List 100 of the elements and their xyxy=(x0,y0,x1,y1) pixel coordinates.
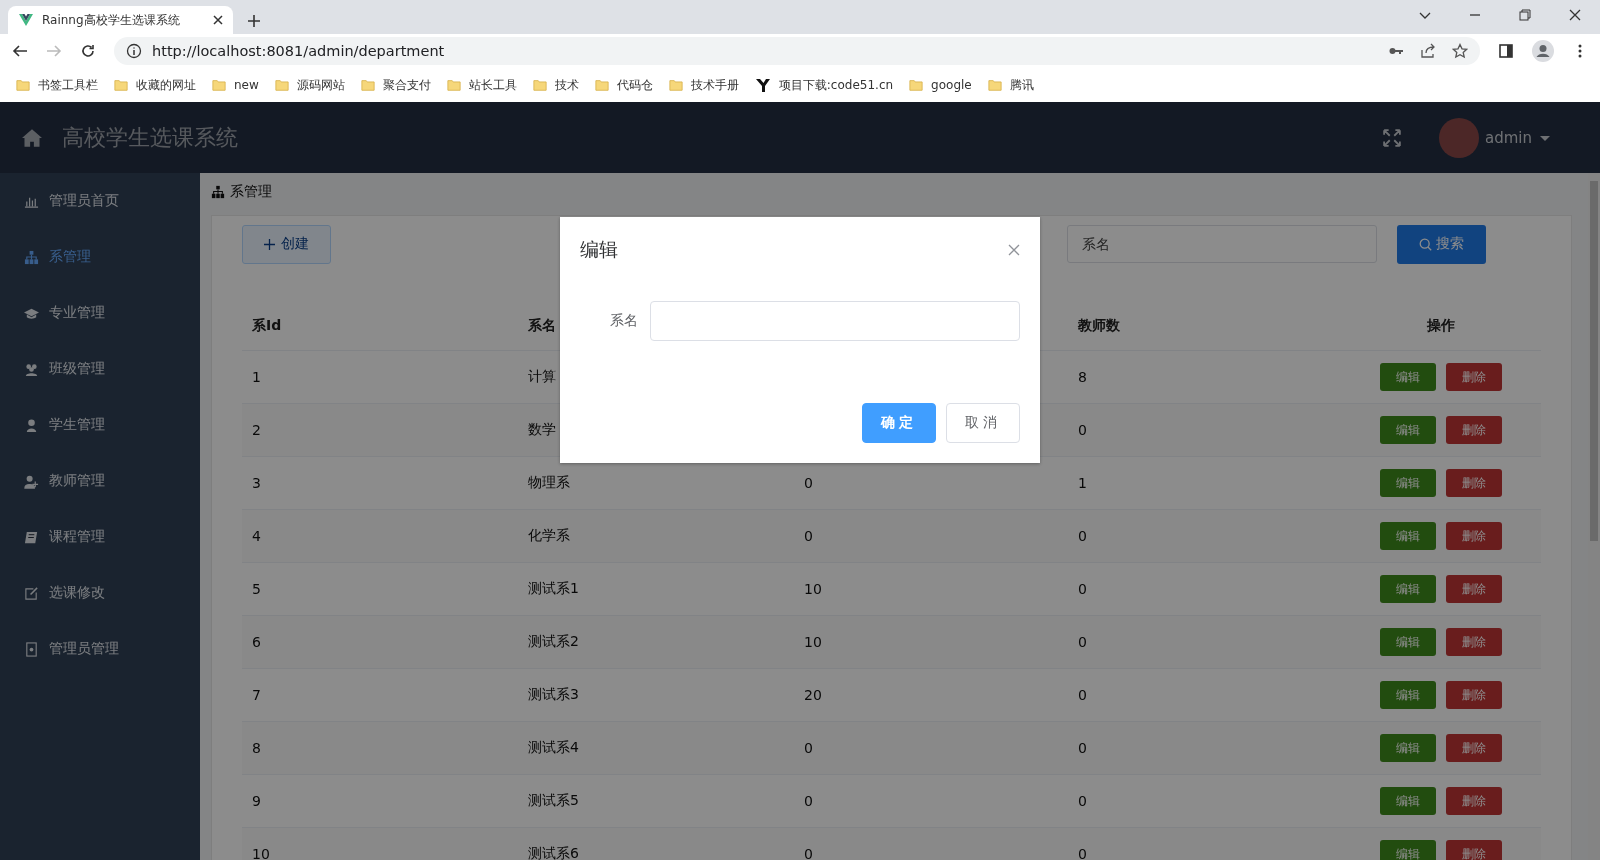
bookmark[interactable]: 收藏的网址 xyxy=(136,76,196,94)
id-card-icon xyxy=(24,641,39,657)
table-cell-text: 测试系6 xyxy=(527,845,579,860)
reload-icon xyxy=(80,43,96,59)
home-icon xyxy=(22,127,42,148)
delete-button[interactable]: 删除 xyxy=(1446,734,1502,762)
edit-button[interactable]: 编辑 xyxy=(1380,416,1436,444)
name-field[interactable] xyxy=(650,301,1020,341)
bookmark[interactable]: 代码仓 xyxy=(616,76,653,94)
address-bar[interactable]: http://localhost:8081/admin/department xyxy=(114,37,1480,65)
bookmark[interactable]: 聚合支付 xyxy=(382,76,431,94)
table-cell-text: 0 xyxy=(1077,581,1087,597)
edit-button[interactable]: 编辑 xyxy=(1380,469,1436,497)
user-name[interactable]: admin xyxy=(1485,128,1532,147)
table-cell-text: 测试系2 xyxy=(527,633,579,651)
edit-button[interactable]: 编辑 xyxy=(1380,628,1436,656)
edit-button[interactable]: 编辑 xyxy=(1380,734,1436,762)
sidebar-item[interactable]: 专业管理 xyxy=(0,285,200,341)
delete-button[interactable]: 删除 xyxy=(1446,469,1502,497)
bookmark[interactable]: 源码网站 xyxy=(296,76,345,94)
bookmark[interactable]: 站长工具 xyxy=(468,76,517,94)
table-cell-text: 1 xyxy=(251,369,261,385)
tab-title: Rainng高校学生选课系统 xyxy=(42,11,181,29)
delete-button[interactable]: 删除 xyxy=(1446,681,1502,709)
edit-button[interactable]: 编辑 xyxy=(1380,522,1436,550)
table-cell-text: 化学系 xyxy=(527,527,570,545)
table-cell-text: 测试系1 xyxy=(527,580,579,598)
table-cell-text: 0 xyxy=(1077,528,1087,544)
edit-button[interactable]: 编辑 xyxy=(1380,575,1436,603)
table-cell-text: 0 xyxy=(1077,422,1087,438)
confirm-button[interactable]: 确定 xyxy=(862,403,936,443)
folder-icon xyxy=(274,78,289,92)
sidebar-item[interactable]: 系管理 xyxy=(0,229,200,285)
table-cell-text: 0 xyxy=(803,793,813,809)
new-tab-icon xyxy=(247,14,261,28)
bookmark[interactable]: 技术 xyxy=(554,76,579,94)
create-button[interactable]: 创建 xyxy=(242,224,331,264)
close-icon xyxy=(1568,8,1582,22)
table-cell-text: 测试系3 xyxy=(527,686,579,704)
browser-tab[interactable]: Rainng高校学生选课系统 xyxy=(8,6,233,34)
table-cell-text: 1 xyxy=(1077,475,1087,491)
table-cell-text: 数学 xyxy=(527,421,556,439)
table-cell-text: 计算 xyxy=(527,368,556,386)
user-icon xyxy=(24,417,39,433)
table-cell-text: 10 xyxy=(251,846,270,860)
bookmark[interactable]: 项目下载:code51.cn xyxy=(778,76,894,94)
sidebar-item[interactable]: 学生管理 xyxy=(0,397,200,453)
delete-button[interactable]: 删除 xyxy=(1446,840,1502,860)
book-icon xyxy=(24,529,39,545)
back-icon xyxy=(12,43,28,59)
folder-icon xyxy=(360,78,375,92)
table-cell-text: 3 xyxy=(251,475,261,491)
table-cell-text: 0 xyxy=(1077,740,1087,756)
table-cell-text: 5 xyxy=(251,581,261,597)
table-cell-text: 4 xyxy=(251,528,261,544)
profile-icon xyxy=(1532,40,1554,62)
close-button[interactable] xyxy=(1008,244,1020,256)
edit-button[interactable]: 编辑 xyxy=(1380,787,1436,815)
delete-button[interactable]: 删除 xyxy=(1446,787,1502,815)
search-field[interactable]: 系名 xyxy=(1067,225,1377,263)
folder-icon xyxy=(446,78,461,92)
bookmark[interactable]: 技术手册 xyxy=(690,76,739,94)
cancel-button[interactable]: 取消 xyxy=(946,403,1020,443)
delete-button[interactable]: 删除 xyxy=(1446,522,1502,550)
delete-button[interactable]: 删除 xyxy=(1446,416,1502,444)
sidebar-item[interactable]: 管理员管理 xyxy=(0,621,200,677)
search-button[interactable]: 搜索 xyxy=(1397,224,1486,264)
bookmark[interactable]: 腾讯 xyxy=(1009,76,1034,94)
sidebar-item[interactable]: 班级管理 xyxy=(0,341,200,397)
folder-icon xyxy=(16,78,30,92)
bookmark[interactable]: new xyxy=(234,78,259,92)
table-cell-text: 2 xyxy=(251,422,261,438)
column-header: 系Id xyxy=(251,317,282,335)
plus-icon xyxy=(264,238,275,250)
star-icon xyxy=(1452,43,1468,59)
table-cell-text: 0 xyxy=(803,528,813,544)
bookmark[interactable]: 书签工具栏 xyxy=(38,76,98,94)
folder-icon xyxy=(987,78,1002,92)
table-cell-text: 7 xyxy=(251,687,261,703)
delete-button[interactable]: 删除 xyxy=(1446,628,1502,656)
edit-button[interactable]: 编辑 xyxy=(1380,681,1436,709)
table-cell-text: 0 xyxy=(1077,634,1087,650)
user-plus-icon xyxy=(24,473,39,489)
sidebar-item[interactable]: 选课修改 xyxy=(0,565,200,621)
edit-button[interactable]: 编辑 xyxy=(1380,363,1436,391)
sidebar-item[interactable]: 教师管理 xyxy=(0,453,200,509)
delete-button[interactable]: 删除 xyxy=(1446,363,1502,391)
delete-button[interactable]: 删除 xyxy=(1446,575,1502,603)
dialog-title: 编辑 xyxy=(580,237,618,262)
sidebar-item[interactable]: 管理员首页 xyxy=(0,173,200,229)
search-icon xyxy=(1419,237,1432,251)
table-cell-text: 0 xyxy=(1077,846,1087,860)
avatar[interactable] xyxy=(1439,117,1479,158)
side-panel-icon xyxy=(1498,43,1514,59)
table-cell-text: 8 xyxy=(251,740,261,756)
sidebar-item[interactable]: 课程管理 xyxy=(0,509,200,565)
edit-icon xyxy=(24,585,39,601)
bookmark[interactable]: google xyxy=(931,78,972,92)
table-cell-text: 测试系4 xyxy=(527,739,579,757)
edit-button[interactable]: 编辑 xyxy=(1380,840,1436,860)
